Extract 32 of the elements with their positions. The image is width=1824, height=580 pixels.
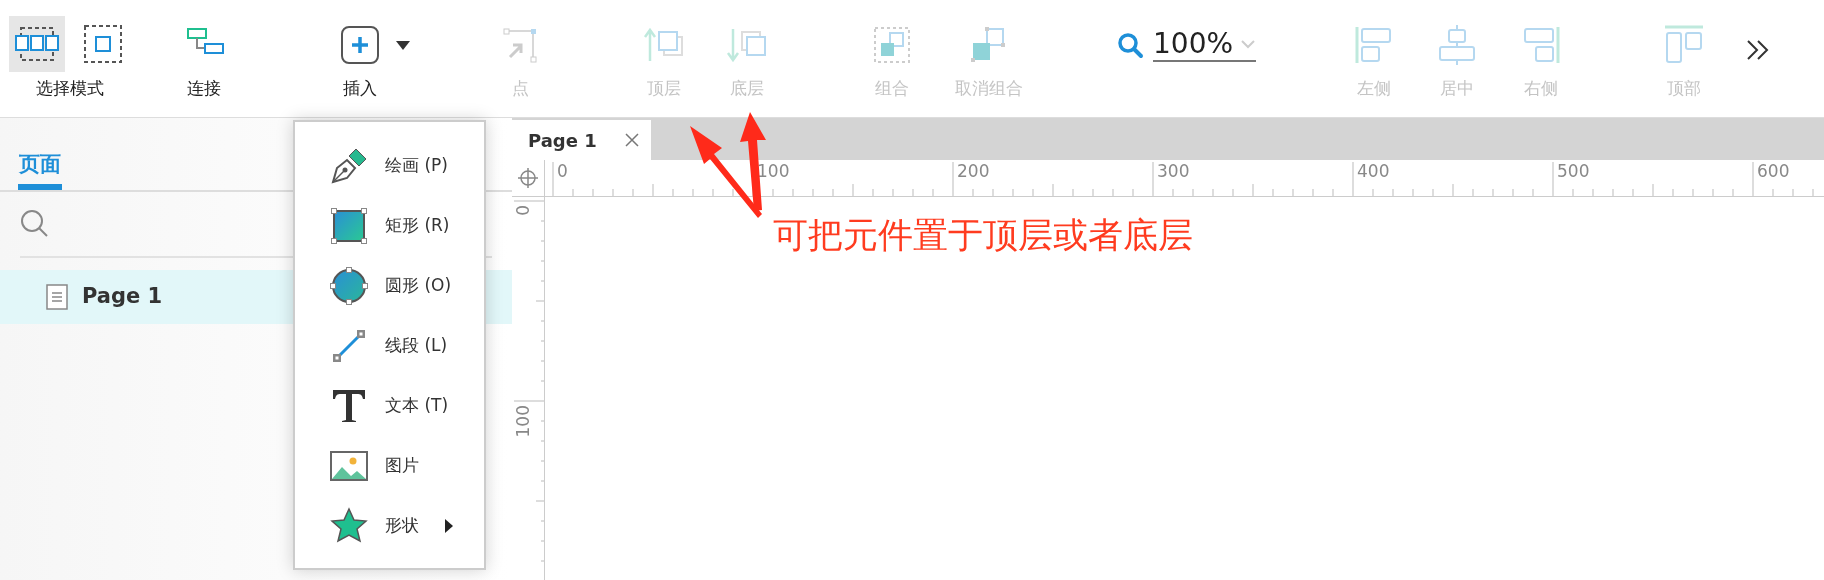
circle-icon xyxy=(329,266,369,306)
chevron-down-icon xyxy=(1240,39,1256,49)
ruler-label: 100 xyxy=(515,405,532,438)
toolbar-button[interactable]: 连接 xyxy=(164,8,244,102)
pen-icon xyxy=(329,146,369,186)
close-icon[interactable] xyxy=(625,133,639,147)
ruler-label: 400 xyxy=(1357,163,1390,180)
menu-item[interactable]: 形状 xyxy=(295,496,484,556)
toolbar-label: 选择模式 xyxy=(36,77,104,100)
document-tab[interactable]: Page 1 xyxy=(512,120,651,160)
selection-mode-button[interactable] xyxy=(9,16,65,72)
search-icon[interactable] xyxy=(20,209,50,239)
menu-item[interactable]: 绘画 (P) xyxy=(295,136,484,196)
ruler-label: 300 xyxy=(1157,163,1190,180)
toolbar-button[interactable]: 插入 xyxy=(310,8,410,102)
menu-item[interactable]: 矩形 (R) xyxy=(295,196,484,256)
annotation-text: 可把元件置于顶层或者底层 xyxy=(773,218,1193,253)
ruler-label: 100 xyxy=(757,163,790,180)
zoom-field[interactable]: 100% xyxy=(1153,30,1256,62)
ruler-label: 0 xyxy=(515,205,532,216)
caret-down-icon[interactable] xyxy=(396,41,410,50)
crosshair-icon[interactable] xyxy=(517,167,539,189)
menu-item[interactable]: 图片 xyxy=(295,436,484,496)
ruler-label: 600 xyxy=(1757,163,1790,180)
double-chevron-right-icon[interactable] xyxy=(1745,38,1771,62)
add-icon xyxy=(340,25,380,65)
document-icon xyxy=(46,284,68,310)
ruler-label: 200 xyxy=(957,163,990,180)
ruler-label: 0 xyxy=(557,163,568,180)
ruler-label: 500 xyxy=(1557,163,1590,180)
menu-item[interactable]: 文本 (T) xyxy=(295,376,484,436)
search-icon xyxy=(1117,32,1145,60)
